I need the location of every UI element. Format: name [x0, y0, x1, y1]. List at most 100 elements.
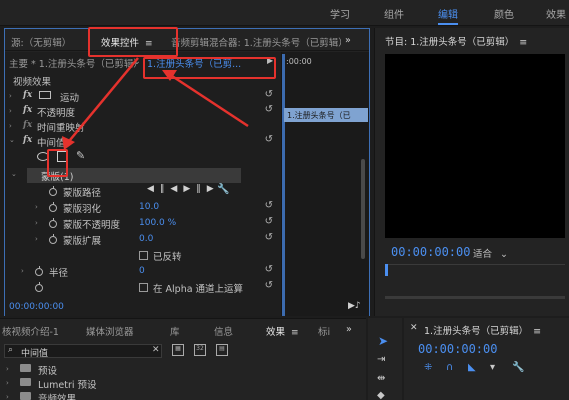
- tab-effect-controls[interactable]: 效果控件 ≡: [101, 35, 153, 49]
- footer-timecode[interactable]: 00:00:00:00: [9, 302, 64, 312]
- stopwatch-icon[interactable]: [49, 186, 57, 196]
- expand-arrow-icon[interactable]: ›: [35, 235, 38, 243]
- add-marker-icon[interactable]: ◣: [468, 362, 476, 373]
- reset-icon[interactable]: ↺: [265, 264, 273, 275]
- panel-menu-icon[interactable]: ≡: [145, 39, 153, 49]
- fx-icon[interactable]: fx: [23, 105, 32, 115]
- linked-selection-icon[interactable]: ∩: [446, 362, 453, 373]
- 32bit-filter-icon[interactable]: 32: [194, 344, 206, 356]
- stopwatch-icon[interactable]: [35, 266, 43, 276]
- fx-icon[interactable]: fx: [23, 135, 32, 145]
- yuv-filter-icon[interactable]: ▤: [216, 344, 228, 356]
- ellipse-mask-icon[interactable]: [37, 152, 49, 161]
- reset-icon[interactable]: ↺: [265, 104, 273, 115]
- export-frame-icon[interactable]: ▶♪: [348, 301, 361, 311]
- marker-icon[interactable]: ▾: [490, 362, 495, 373]
- tab-overflow-icon[interactable]: »: [346, 324, 352, 335]
- accelerated-filter-icon[interactable]: ▦: [172, 344, 184, 356]
- program-playhead[interactable]: [385, 264, 388, 276]
- tab-info[interactable]: 信息: [214, 324, 233, 338]
- ripple-edit-tool-icon[interactable]: ⇹: [377, 373, 385, 384]
- timeline-panel: ✕ 1.注册头条号（已剪辑） ≡ 00:00:00:00 ⁜ ∩ ◣ ▾ 🔧: [404, 318, 569, 400]
- radius-value[interactable]: 0: [139, 266, 145, 276]
- tab-overflow-icon[interactable]: »: [345, 35, 351, 46]
- program-timecode[interactable]: 00:00:00:00: [391, 245, 470, 259]
- program-video-frame[interactable]: [385, 54, 565, 238]
- clip-dropdown-icon[interactable]: ⌄: [133, 56, 141, 67]
- effect-controls-timeline: :00:00 1.注册头条号（已 ▶♪: [281, 52, 369, 323]
- tab-audio-clip-mixer[interactable]: 音频剪辑混合器: 1.注册头条号（已剪辑）: [171, 35, 341, 49]
- reset-icon[interactable]: ↺: [265, 134, 273, 145]
- snap-icon[interactable]: ⁜: [424, 362, 432, 373]
- clear-search-icon[interactable]: ✕: [152, 345, 160, 355]
- tab-markers[interactable]: 标i: [318, 324, 330, 338]
- close-tab-icon[interactable]: ✕: [410, 323, 418, 333]
- effect-controls-footer: 00:00:00:00: [5, 300, 281, 315]
- razor-tool-icon[interactable]: ◆: [377, 390, 385, 400]
- mask-expansion-value[interactable]: 0.0: [139, 234, 153, 244]
- tab-source[interactable]: 源:（无剪辑）: [11, 35, 71, 49]
- folder-icon: [20, 378, 31, 386]
- workspace-tab-editing[interactable]: 编辑: [438, 6, 458, 25]
- timeline-timecode[interactable]: 00:00:00:00: [418, 342, 497, 356]
- selection-tool-icon[interactable]: ➤: [378, 334, 388, 348]
- mask-path-track-icon[interactable]: ◀‖◀▶‖▶: [147, 184, 220, 194]
- stopwatch-icon[interactable]: [49, 234, 57, 244]
- clip-selector[interactable]: 1.注册头条号（已剪...: [147, 56, 241, 70]
- effect-row-time-remap[interactable]: › fx 时间重映射: [5, 119, 281, 134]
- expand-arrow-icon[interactable]: ›: [9, 122, 12, 130]
- program-time-ruler[interactable]: [385, 264, 565, 284]
- expand-arrow-icon[interactable]: ›: [35, 219, 38, 227]
- pen-mask-icon[interactable]: ✎: [76, 149, 85, 162]
- effects-search-input[interactable]: ⌕ 中间值 ✕: [4, 344, 162, 359]
- collapse-arrow-icon[interactable]: ⌄: [9, 136, 15, 144]
- settings-wrench-icon[interactable]: 🔧: [512, 362, 524, 373]
- tab-project[interactable]: 核视频介绍-1: [2, 324, 59, 338]
- mask-group-row[interactable]: ⌄ 蒙版(1): [11, 168, 241, 183]
- track-select-tool-icon[interactable]: ⇥: [377, 354, 385, 365]
- workspace-tab-assembly[interactable]: 组件: [384, 6, 404, 21]
- stopwatch-icon[interactable]: [49, 218, 57, 228]
- reset-icon[interactable]: ↺: [265, 280, 273, 291]
- tab-libraries[interactable]: 库: [170, 324, 180, 338]
- alpha-checkbox[interactable]: [139, 283, 148, 292]
- playhead[interactable]: [282, 54, 285, 316]
- expand-arrow-icon[interactable]: ›: [9, 107, 12, 115]
- stopwatch-icon[interactable]: [35, 282, 43, 292]
- expand-arrow-icon[interactable]: ›: [9, 92, 12, 100]
- workspace-tab-learning[interactable]: 学习: [330, 6, 350, 21]
- clip-bar[interactable]: 1.注册头条号（已: [284, 108, 368, 122]
- tab-media-browser[interactable]: 媒体浏览器: [86, 324, 134, 338]
- expand-arrow-icon[interactable]: ›: [35, 203, 38, 211]
- play-only-clip-icon[interactable]: ▶: [267, 56, 273, 65]
- program-zoom-bar[interactable]: [385, 296, 565, 299]
- fx-icon[interactable]: fx: [23, 90, 32, 100]
- effect-controls-list: 主要 * 1.注册头条号（已剪辑） ⌄ 1.注册头条号（已剪... ▶ 视频效果…: [5, 52, 281, 316]
- inverted-checkbox[interactable]: [139, 251, 148, 260]
- workspace-tab-effects[interactable]: 效果: [546, 6, 566, 21]
- effect-row-motion[interactable]: › fx 运动 ↺: [5, 89, 281, 104]
- stopwatch-icon[interactable]: [49, 202, 57, 212]
- effects-folder-audio[interactable]: › 音频效果: [4, 391, 304, 400]
- mask-feather-value[interactable]: 10.0: [139, 202, 159, 212]
- program-monitor-title[interactable]: 节目: 1.注册头条号（已剪辑） ≡: [385, 34, 527, 48]
- reset-icon[interactable]: ↺: [265, 200, 273, 211]
- reset-icon[interactable]: ↺: [265, 89, 273, 100]
- effects-folder-presets[interactable]: › 预设: [4, 363, 304, 377]
- folder-icon: [20, 364, 31, 372]
- reset-icon[interactable]: ↺: [265, 232, 273, 243]
- fit-dropdown[interactable]: 适合 ⌄: [473, 246, 508, 260]
- wrench-icon[interactable]: 🔧: [217, 184, 229, 195]
- timeline-tab[interactable]: 1.注册头条号（已剪辑） ≡: [424, 323, 541, 337]
- vertical-scrollbar[interactable]: [361, 159, 365, 259]
- expand-arrow-icon[interactable]: ›: [21, 267, 24, 275]
- rectangle-mask-icon[interactable]: [57, 151, 68, 162]
- collapse-arrow-icon[interactable]: ⌄: [11, 170, 17, 178]
- effect-row-median[interactable]: ⌄ fx 中间值 ↺: [5, 134, 281, 149]
- effects-folder-lumetri[interactable]: › Lumetri 预设: [4, 377, 304, 391]
- mask-opacity-value[interactable]: 100.0 %: [139, 218, 176, 228]
- effect-row-opacity[interactable]: › fx 不透明度 ↺: [5, 104, 281, 119]
- tab-effects[interactable]: 效果 ≡: [266, 324, 299, 338]
- workspace-tab-color[interactable]: 颜色: [494, 6, 514, 21]
- reset-icon[interactable]: ↺: [265, 216, 273, 227]
